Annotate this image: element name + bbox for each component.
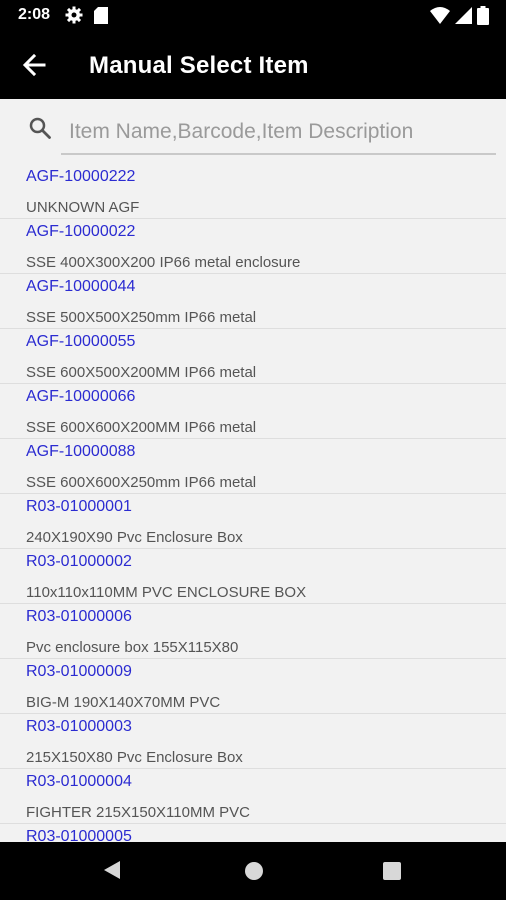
item-code: R03-01000005 <box>26 828 132 842</box>
item-description: 215X150X80 Pvc Enclosure Box <box>26 749 243 766</box>
item-code: R03-01000003 <box>26 718 132 735</box>
gear-icon <box>64 5 84 30</box>
list-item[interactable]: R03-01000009 BIG-M 190X140X70MM PVC <box>0 659 506 714</box>
navigation-bar <box>0 842 506 900</box>
search-icon <box>28 116 52 145</box>
nav-recents-icon[interactable] <box>383 862 401 885</box>
app-bar: Manual Select Item <box>0 32 506 99</box>
list-item[interactable]: R03-01000001 240X190X90 Pvc Enclosure Box <box>0 494 506 549</box>
item-code: R03-01000002 <box>26 553 132 570</box>
list-item[interactable]: R03-01000006 Pvc enclosure box 155X115X80 <box>0 604 506 659</box>
list-item[interactable]: AGF-10000088 SSE 600X600X250mm IP66 metal <box>0 439 506 494</box>
item-description: 110x110x110MM PVC ENCLOSURE BOX <box>26 584 307 601</box>
item-description: Pvc enclosure box 155X115X80 <box>26 639 239 656</box>
search-bar <box>0 99 506 161</box>
nav-home-icon[interactable] <box>244 861 264 886</box>
item-description: 240X190X90 Pvc Enclosure Box <box>26 529 243 546</box>
battery-icon <box>477 6 489 30</box>
item-description: BIG-M 190X140X70MM PVC <box>26 694 221 711</box>
item-code: R03-01000004 <box>26 773 132 790</box>
list-item[interactable]: AGF-10000044 SSE 500X500X250mm IP66 metal <box>0 274 506 329</box>
list-item[interactable]: R03-01000003 215X150X80 Pvc Enclosure Box <box>0 714 506 769</box>
list-item[interactable]: R03-01000004 FIGHTER 215X150X110MM PVC <box>0 769 506 824</box>
status-bar: 2:08 <box>0 0 506 32</box>
list-item[interactable]: R03-01000002 110x110x110MM PVC ENCLOSURE … <box>0 549 506 604</box>
item-description: SSE 600X600X200MM IP66 metal <box>26 419 257 436</box>
list-item[interactable]: AGF-10000055 SSE 600X500X200MM IP66 metal <box>0 329 506 384</box>
list-item[interactable]: AGF-10000022 SSE 400X300X200 IP66 metal e… <box>0 219 506 274</box>
status-time: 2:08 <box>18 6 51 23</box>
item-code: R03-01000009 <box>26 663 132 680</box>
item-code: AGF-10000044 <box>26 278 136 295</box>
item-code: AGF-10000088 <box>26 443 136 460</box>
item-code: R03-01000006 <box>26 608 132 625</box>
item-code: R03-01000001 <box>26 498 132 515</box>
signal-icon <box>455 7 472 29</box>
list-item[interactable]: AGF-10000066 SSE 600X600X200MM IP66 metal <box>0 384 506 439</box>
list-item[interactable]: AGF-10000222 UNKNOWN AGF <box>0 164 506 219</box>
list-item[interactable]: R03-01000005 <box>0 824 506 842</box>
item-description: SSE 400X300X200 IP66 metal enclosure <box>26 254 301 271</box>
item-description: UNKNOWN AGF <box>26 199 140 216</box>
item-description: SSE 600X600X250mm IP66 metal <box>26 474 257 491</box>
back-arrow-icon[interactable] <box>14 45 54 85</box>
page-title: Manual Select Item <box>89 52 309 79</box>
item-description: FIGHTER 215X150X110MM PVC <box>26 804 250 821</box>
item-code: AGF-10000055 <box>26 333 136 350</box>
item-list-screen: AGF-10000222 UNKNOWN AGF AGF-10000022 SSE 4… <box>0 99 506 842</box>
item-code: AGF-10000222 <box>26 168 136 185</box>
sd-card-icon <box>94 7 108 29</box>
nav-back-icon[interactable] <box>102 860 122 885</box>
search-input[interactable] <box>61 111 496 155</box>
item-code: AGF-10000022 <box>26 223 136 240</box>
item-code: AGF-10000066 <box>26 388 136 405</box>
wifi-icon <box>430 7 450 29</box>
item-list: AGF-10000222 UNKNOWN AGF AGF-10000022 SSE 4… <box>0 164 506 842</box>
item-description: SSE 500X500X250mm IP66 metal <box>26 309 257 326</box>
item-description: SSE 600X500X200MM IP66 metal <box>26 364 257 381</box>
